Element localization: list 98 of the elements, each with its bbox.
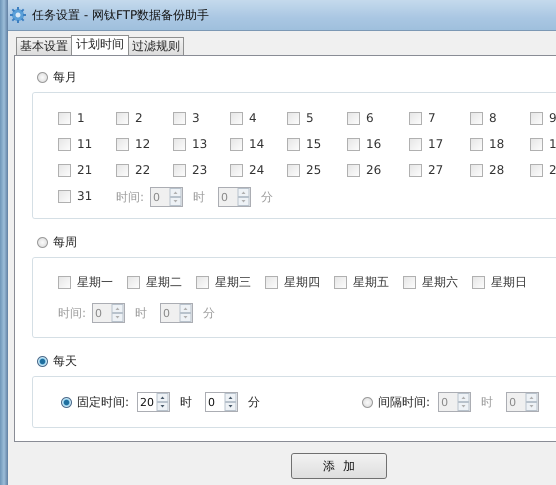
checkbox[interactable] bbox=[472, 276, 485, 288]
spin-arrows-icon[interactable] bbox=[156, 393, 170, 411]
radio-button[interactable] bbox=[61, 396, 72, 408]
checkbox[interactable] bbox=[530, 138, 543, 150]
checkbox[interactable] bbox=[530, 112, 543, 124]
spin-arrows-icon[interactable] bbox=[224, 393, 238, 411]
checkbox-label: 4 bbox=[249, 111, 257, 125]
checkbox-label: 2 bbox=[549, 163, 556, 177]
time-label: 时间: bbox=[116, 188, 144, 206]
hour-unit-label: 时 bbox=[180, 394, 192, 410]
checkbox-label: 1 bbox=[77, 111, 85, 125]
checkbox[interactable] bbox=[230, 164, 243, 176]
checkbox[interactable] bbox=[58, 190, 71, 202]
checkbox[interactable] bbox=[265, 276, 278, 288]
tab[interactable]: 计划时间 bbox=[71, 35, 129, 55]
checkbox-label: 21 bbox=[77, 163, 92, 177]
radio-label: 每周 bbox=[53, 234, 77, 250]
checkbox-label: 星期一 bbox=[77, 274, 113, 290]
checkbox[interactable] bbox=[470, 138, 483, 150]
checkbox-label: 5 bbox=[306, 111, 314, 125]
checkbox[interactable] bbox=[403, 276, 416, 288]
checkbox-label: 1 bbox=[549, 137, 556, 151]
checkbox-label: 13 bbox=[192, 137, 208, 151]
checkbox-label: 31 bbox=[77, 189, 92, 203]
checkbox-label: 16 bbox=[366, 137, 382, 151]
checkbox[interactable] bbox=[347, 164, 360, 176]
add-button[interactable]: 添 加 bbox=[291, 453, 387, 479]
checkbox-label: 17 bbox=[428, 137, 444, 151]
hour-unit-label: 时 bbox=[135, 304, 148, 322]
checkbox-label: 7 bbox=[428, 111, 436, 125]
checkbox-label: 28 bbox=[489, 163, 504, 177]
hour-unit-label: 时 bbox=[193, 188, 206, 206]
checkbox-label: 26 bbox=[366, 163, 382, 177]
window-title: 任务设置 - 网钛FTP数据备份助手 bbox=[32, 6, 210, 24]
checkbox-label: 星期四 bbox=[284, 274, 320, 290]
checkbox[interactable] bbox=[196, 276, 209, 288]
checkbox[interactable] bbox=[58, 164, 71, 176]
checkbox[interactable] bbox=[230, 138, 243, 150]
checkbox-label: 2 bbox=[135, 111, 143, 125]
checkbox-label: 8 bbox=[489, 111, 497, 125]
checkbox-label: 9 bbox=[549, 111, 556, 125]
checkbox[interactable] bbox=[58, 138, 71, 150]
checkbox[interactable] bbox=[347, 112, 360, 124]
minute-unit-label: 分 bbox=[203, 304, 216, 322]
checkbox[interactable] bbox=[470, 164, 483, 176]
checkbox-label: 18 bbox=[489, 137, 504, 151]
checkbox-label: 14 bbox=[249, 137, 264, 151]
radio-label: 间隔时间: bbox=[378, 394, 430, 410]
number-spinner[interactable]: 0 bbox=[205, 392, 238, 412]
checkbox[interactable] bbox=[58, 112, 71, 124]
checkbox[interactable] bbox=[409, 164, 422, 176]
checkbox-label: 23 bbox=[192, 163, 208, 177]
checkbox-label: 15 bbox=[306, 137, 322, 151]
checkbox[interactable] bbox=[530, 164, 543, 176]
checkbox[interactable] bbox=[287, 112, 300, 124]
tab[interactable]: 过滤规则 bbox=[128, 37, 184, 55]
checkbox[interactable] bbox=[230, 112, 243, 124]
checkbox[interactable] bbox=[127, 276, 140, 288]
checkbox[interactable] bbox=[116, 138, 129, 150]
checkbox[interactable] bbox=[173, 138, 186, 150]
gear-icon bbox=[10, 7, 26, 23]
checkbox-label: 24 bbox=[249, 163, 264, 177]
checkbox-label: 27 bbox=[428, 163, 444, 177]
number-spinner[interactable]: 20 bbox=[137, 392, 170, 412]
minute-unit-label: 分 bbox=[261, 188, 274, 206]
checkbox[interactable] bbox=[116, 112, 129, 124]
checkbox[interactable] bbox=[173, 112, 186, 124]
checkbox[interactable] bbox=[409, 112, 422, 124]
checkbox-label: 星期二 bbox=[146, 274, 182, 290]
checkbox-label: 3 bbox=[192, 111, 200, 125]
radio-button[interactable] bbox=[37, 236, 48, 248]
checkbox-label: 星期六 bbox=[422, 274, 458, 290]
checkbox-label: 星期日 bbox=[491, 274, 527, 290]
tab[interactable]: 基本设置 bbox=[16, 37, 72, 55]
checkbox-label: 6 bbox=[366, 111, 374, 125]
checkbox[interactable] bbox=[287, 164, 300, 176]
radio-label: 每天 bbox=[53, 352, 77, 370]
checkbox[interactable] bbox=[58, 276, 71, 288]
checkbox[interactable] bbox=[334, 276, 347, 288]
minute-unit-label: 分 bbox=[248, 394, 260, 410]
checkbox-label: 星期三 bbox=[215, 274, 251, 290]
radio-label: 每月 bbox=[53, 68, 77, 86]
hour-unit-label: 时 bbox=[481, 394, 494, 410]
checkbox[interactable] bbox=[470, 112, 483, 124]
time-label: 时间: bbox=[58, 304, 86, 322]
checkbox[interactable] bbox=[116, 164, 129, 176]
checkbox-label: 12 bbox=[135, 137, 150, 151]
radio-button[interactable] bbox=[37, 356, 48, 366]
checkbox-label: 25 bbox=[306, 163, 322, 177]
checkbox[interactable] bbox=[347, 138, 360, 150]
checkbox[interactable] bbox=[287, 138, 300, 150]
radio-label: 固定时间: bbox=[77, 394, 130, 410]
checkbox[interactable] bbox=[173, 164, 186, 176]
radio-button[interactable] bbox=[37, 72, 48, 82]
checkbox-label: 星期五 bbox=[353, 274, 389, 290]
checkbox[interactable] bbox=[409, 138, 422, 150]
checkbox-label: 11 bbox=[77, 137, 92, 151]
checkbox-label: 22 bbox=[135, 163, 150, 177]
